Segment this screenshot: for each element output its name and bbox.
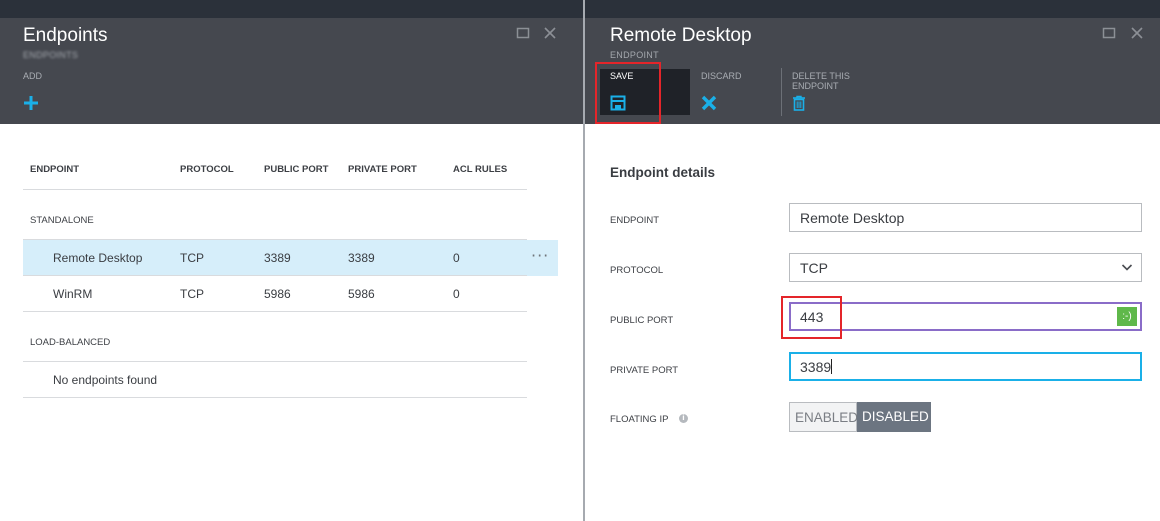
cell-endpoint: WinRM: [53, 287, 93, 301]
command-separator: [781, 68, 782, 116]
col-header-public-port[interactable]: PUBLIC PORT: [264, 164, 328, 175]
save-highlight-box: [595, 62, 661, 124]
more-options-icon[interactable]: ···: [531, 246, 549, 265]
private-port-value: 3389: [800, 359, 832, 375]
private-port-field-label: PRIVATE PORT: [610, 365, 679, 376]
valid-badge-icon: :-): [1117, 307, 1137, 326]
close-icon[interactable]: [1129, 26, 1145, 42]
blade-subtitle: ENDPOINT: [610, 50, 659, 60]
cell-protocol: TCP: [180, 251, 204, 265]
public-port-highlight-box: [781, 296, 842, 339]
endpoint-detail-blade: Remote Desktop ENDPOINT SAVE DISCARD DEL…: [585, 0, 1160, 521]
trash-icon: [792, 95, 806, 113]
empty-state-text: No endpoints found: [53, 373, 158, 387]
group-label-standalone: STANDALONE: [30, 215, 94, 226]
toggle-option-enabled[interactable]: ENABLED: [789, 402, 858, 432]
section-title: Endpoint details: [610, 165, 716, 180]
protocol-select[interactable]: TCP: [789, 253, 1142, 282]
delete-button-label-line2: ENDPOINT: [792, 81, 839, 91]
cell-protocol: TCP: [180, 287, 204, 301]
private-port-field[interactable]: 3389: [789, 352, 1142, 381]
blade-subtitle: ENDPOINTS: [23, 50, 79, 60]
floating-ip-field-label: FLOATING IP: [610, 414, 669, 425]
divider: [23, 189, 527, 190]
discard-button[interactable]: DISCARD: [701, 68, 761, 116]
endpoint-detail-header: Remote Desktop ENDPOINT SAVE DISCARD DEL…: [585, 18, 1160, 124]
endpoint-field-label: ENDPOINT: [610, 215, 660, 226]
maximize-icon[interactable]: [1101, 26, 1117, 42]
info-icon[interactable]: i: [679, 414, 688, 423]
toggle-option-disabled[interactable]: DISABLED: [857, 402, 931, 432]
divider: [23, 397, 527, 398]
floating-ip-toggle[interactable]: ENABLED DISABLED: [789, 402, 931, 432]
divider: [23, 361, 527, 362]
col-header-endpoint[interactable]: ENDPOINT: [30, 164, 79, 175]
plus-icon: [23, 95, 39, 113]
cell-public-port: 3389: [264, 251, 291, 265]
divider: [23, 311, 527, 312]
cell-private-port: 3389: [348, 251, 375, 265]
chevron-down-icon: [1121, 260, 1133, 276]
protocol-field-label: PROTOCOL: [610, 265, 664, 276]
public-port-field-label: PUBLIC PORT: [610, 315, 674, 326]
col-header-acl-rules[interactable]: ACL RULES: [453, 164, 507, 175]
protocol-value: TCP: [800, 260, 828, 276]
endpoints-blade-header: Endpoints ENDPOINTS ADD: [0, 18, 583, 124]
delete-endpoint-button[interactable]: DELETE THIS ENDPOINT: [792, 68, 872, 116]
group-label-load-balanced: LOAD-BALANCED: [30, 337, 111, 348]
endpoint-name-value: Remote Desktop: [800, 210, 905, 226]
close-icon[interactable]: [542, 26, 558, 42]
blade-title: Remote Desktop: [610, 25, 752, 46]
text-caret: [831, 359, 833, 374]
table-row[interactable]: Remote Desktop TCP 3389 3389 0 ···: [23, 240, 558, 276]
close-x-icon: [701, 95, 717, 113]
table-row[interactable]: WinRM TCP 5986 5986 0: [23, 276, 558, 312]
cell-acl-rules: 0: [453, 251, 460, 265]
add-button[interactable]: ADD: [23, 68, 63, 116]
col-header-private-port[interactable]: PRIVATE PORT: [348, 164, 417, 175]
maximize-icon[interactable]: [515, 26, 531, 42]
cell-acl-rules: 0: [453, 287, 460, 301]
cell-public-port: 5986: [264, 287, 291, 301]
delete-button-label-line1: DELETE THIS: [792, 71, 850, 81]
blade-title: Endpoints: [23, 25, 108, 46]
cell-endpoint: Remote Desktop: [53, 251, 143, 265]
discard-button-label: DISCARD: [701, 71, 742, 81]
endpoints-blade: Endpoints ENDPOINTS ADD ENDPOINT PROTOCO…: [0, 0, 583, 521]
add-button-label: ADD: [23, 71, 43, 81]
col-header-protocol[interactable]: PROTOCOL: [180, 164, 234, 175]
cell-private-port: 5986: [348, 287, 375, 301]
endpoint-name-field[interactable]: Remote Desktop: [789, 203, 1142, 232]
